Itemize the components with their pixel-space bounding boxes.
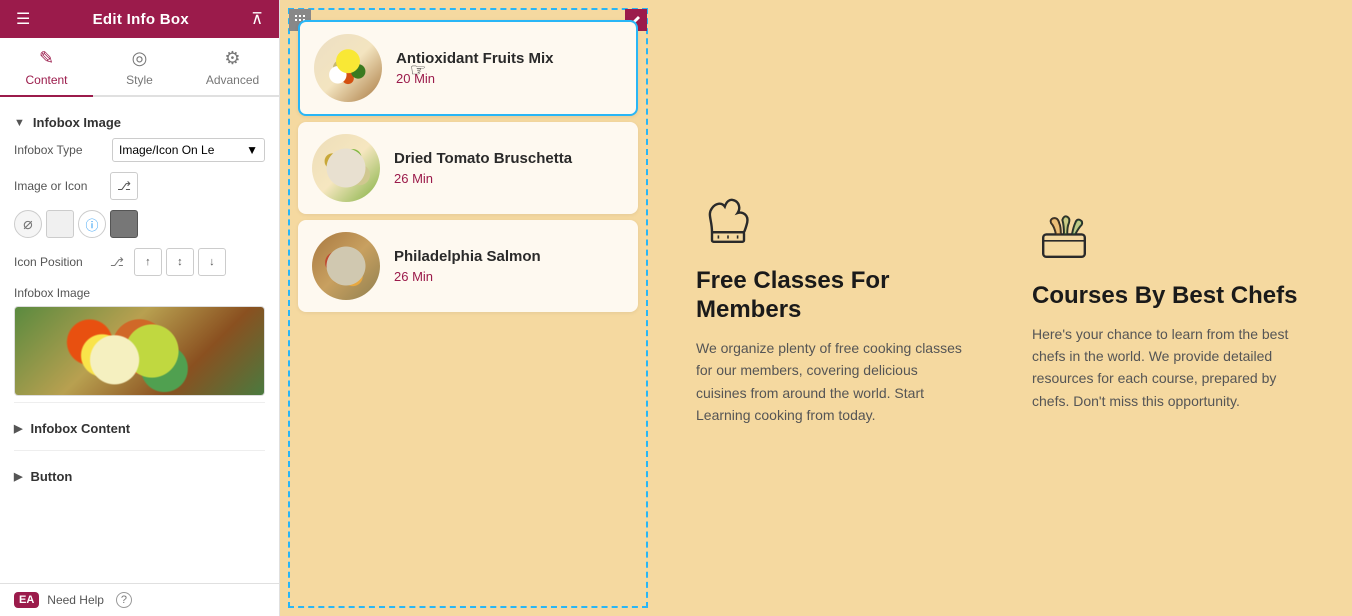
image-or-icon-label: Image or Icon — [14, 179, 104, 193]
infobox-content-section: ▶ Infobox Content — [14, 402, 265, 450]
infobox-type-dropdown[interactable]: Image/Icon On Le ▼ — [112, 138, 265, 162]
recipe-card-1[interactable]: Antioxidant Fruits Mix 20 Min ☞ — [298, 20, 638, 116]
button-section-header[interactable]: ▶ Button — [14, 461, 265, 492]
style-tab-icon: ◎ — [132, 48, 148, 69]
panel-footer: EA Need Help ? — [0, 583, 279, 616]
info-icon-btn[interactable]: ⓘ — [78, 210, 106, 238]
right-info-boxes: Free Classes For Members We organize ple… — [656, 0, 1352, 616]
food-img-2 — [312, 134, 380, 202]
infobox-image-label: Infobox Image — [14, 286, 265, 300]
button-arrow-right: ▶ — [14, 470, 22, 483]
food-image-preview — [15, 307, 264, 395]
content-tab-icon: ✎ — [39, 48, 54, 69]
need-help-link[interactable]: Need Help — [47, 593, 104, 607]
main-content: Antioxidant Fruits Mix 20 Min ☞ Dried To… — [280, 0, 1352, 616]
help-question-icon[interactable]: ? — [116, 592, 132, 608]
recipe-time-1: 20 Min — [396, 71, 622, 86]
image-preview[interactable] — [14, 306, 265, 396]
info-box-free-classes: Free Classes For Members We organize ple… — [696, 189, 972, 426]
recipe-time-3: 26 Min — [394, 269, 624, 284]
recipe-title-2: Dried Tomato Bruschetta — [394, 150, 624, 167]
image-or-icon-row: Image or Icon ⎇ — [14, 172, 265, 200]
recipe-img-1 — [314, 34, 382, 102]
recipe-info-2: Dried Tomato Bruschetta 26 Min — [394, 150, 624, 186]
dropdown-chevron-icon: ▼ — [246, 143, 258, 157]
infobox-type-label: Infobox Type — [14, 143, 104, 157]
infobox-content-header[interactable]: ▶ Infobox Content — [14, 413, 265, 444]
button-section-label: Button — [30, 469, 72, 484]
food-img-1 — [314, 34, 382, 102]
tab-style-label: Style — [126, 73, 153, 87]
section-arrow-down: ▼ — [14, 117, 25, 129]
recipe-info-1: Antioxidant Fruits Mix 20 Min — [396, 50, 622, 86]
hamburger-icon[interactable]: ☰ — [16, 9, 30, 29]
blank-btn[interactable] — [46, 210, 74, 238]
align-middle-btn[interactable]: ↕ — [166, 248, 194, 276]
infobox-content-label: Infobox Content — [30, 421, 130, 436]
no-icon-btn[interactable]: ⌀ — [14, 210, 42, 238]
align-bottom-btn[interactable]: ↓ — [198, 248, 226, 276]
recipe-title-1: Antioxidant Fruits Mix — [396, 50, 622, 67]
tab-content[interactable]: ✎ Content — [0, 38, 93, 97]
recipe-img-2 — [312, 134, 380, 202]
info-box-title-2: Courses By Best Chefs — [1032, 282, 1297, 311]
info-box-title-1: Free Classes For Members — [696, 267, 972, 325]
advanced-tab-icon: ⚙ — [224, 48, 240, 69]
recipe-img-3 — [312, 232, 380, 300]
food-img-3 — [312, 232, 380, 300]
panel-title: Edit Info Box — [93, 11, 189, 28]
infobox-type-row: Infobox Type Image/Icon On Le ▼ — [14, 138, 265, 162]
tab-content-label: Content — [25, 73, 67, 87]
button-section: ▶ Button — [14, 450, 265, 498]
tab-advanced-label: Advanced — [206, 73, 259, 87]
infobox-image-section-header[interactable]: ▼ Infobox Image — [14, 107, 265, 138]
grid-icon[interactable]: ⊼ — [251, 9, 263, 29]
infobox-image-section-title: Infobox Image — [33, 115, 121, 130]
info-box-desc-1: We organize plenty of free cooking class… — [696, 337, 972, 427]
recipe-info-3: Philadelphia Salmon 26 Min — [394, 248, 624, 284]
left-panel: ☰ Edit Info Box ⊼ ✎ Content ◎ Style ⚙ Ad… — [0, 0, 280, 616]
recipe-title-3: Philadelphia Salmon — [394, 248, 624, 265]
recipe-time-2: 26 Min — [394, 171, 624, 186]
tab-style[interactable]: ◎ Style — [93, 38, 186, 97]
monitor-icon-small: ⎇ — [110, 255, 124, 269]
panel-header: ☰ Edit Info Box ⊼ — [0, 0, 279, 38]
chef-hat-icon — [696, 189, 760, 253]
infoboxes-area: Antioxidant Fruits Mix 20 Min ☞ Dried To… — [280, 0, 1352, 616]
icon-position-row: Icon Position ⎇ ↑ ↕ ↓ — [14, 248, 265, 276]
info-box-courses: Courses By Best Chefs Here's your chance… — [1032, 204, 1312, 412]
icon-btns-row: ⌀ ⓘ — [14, 210, 265, 238]
dark-square-btn[interactable] — [110, 210, 138, 238]
info-box-desc-2: Here's your chance to learn from the bes… — [1032, 323, 1312, 413]
monitor-icon-btn[interactable]: ⎇ — [110, 172, 138, 200]
recipe-cards-column: Antioxidant Fruits Mix 20 Min ☞ Dried To… — [288, 8, 648, 608]
panel-tabs: ✎ Content ◎ Style ⚙ Advanced — [0, 38, 279, 97]
icon-position-label: Icon Position — [14, 255, 104, 269]
align-top-btn[interactable]: ↑ — [134, 248, 162, 276]
infobox-type-value: Image/Icon On Le — [119, 143, 214, 157]
panel-content: ▼ Infobox Image Infobox Type Image/Icon … — [0, 97, 279, 583]
recipe-card-2[interactable]: Dried Tomato Bruschetta 26 Min — [298, 122, 638, 214]
tab-advanced[interactable]: ⚙ Advanced — [186, 38, 279, 97]
section-arrow-right: ▶ — [14, 422, 22, 435]
basket-icon — [1032, 204, 1096, 268]
position-buttons: ↑ ↕ ↓ — [134, 248, 226, 276]
recipe-card-3[interactable]: Philadelphia Salmon 26 Min — [298, 220, 638, 312]
ea-badge: EA — [14, 592, 39, 608]
